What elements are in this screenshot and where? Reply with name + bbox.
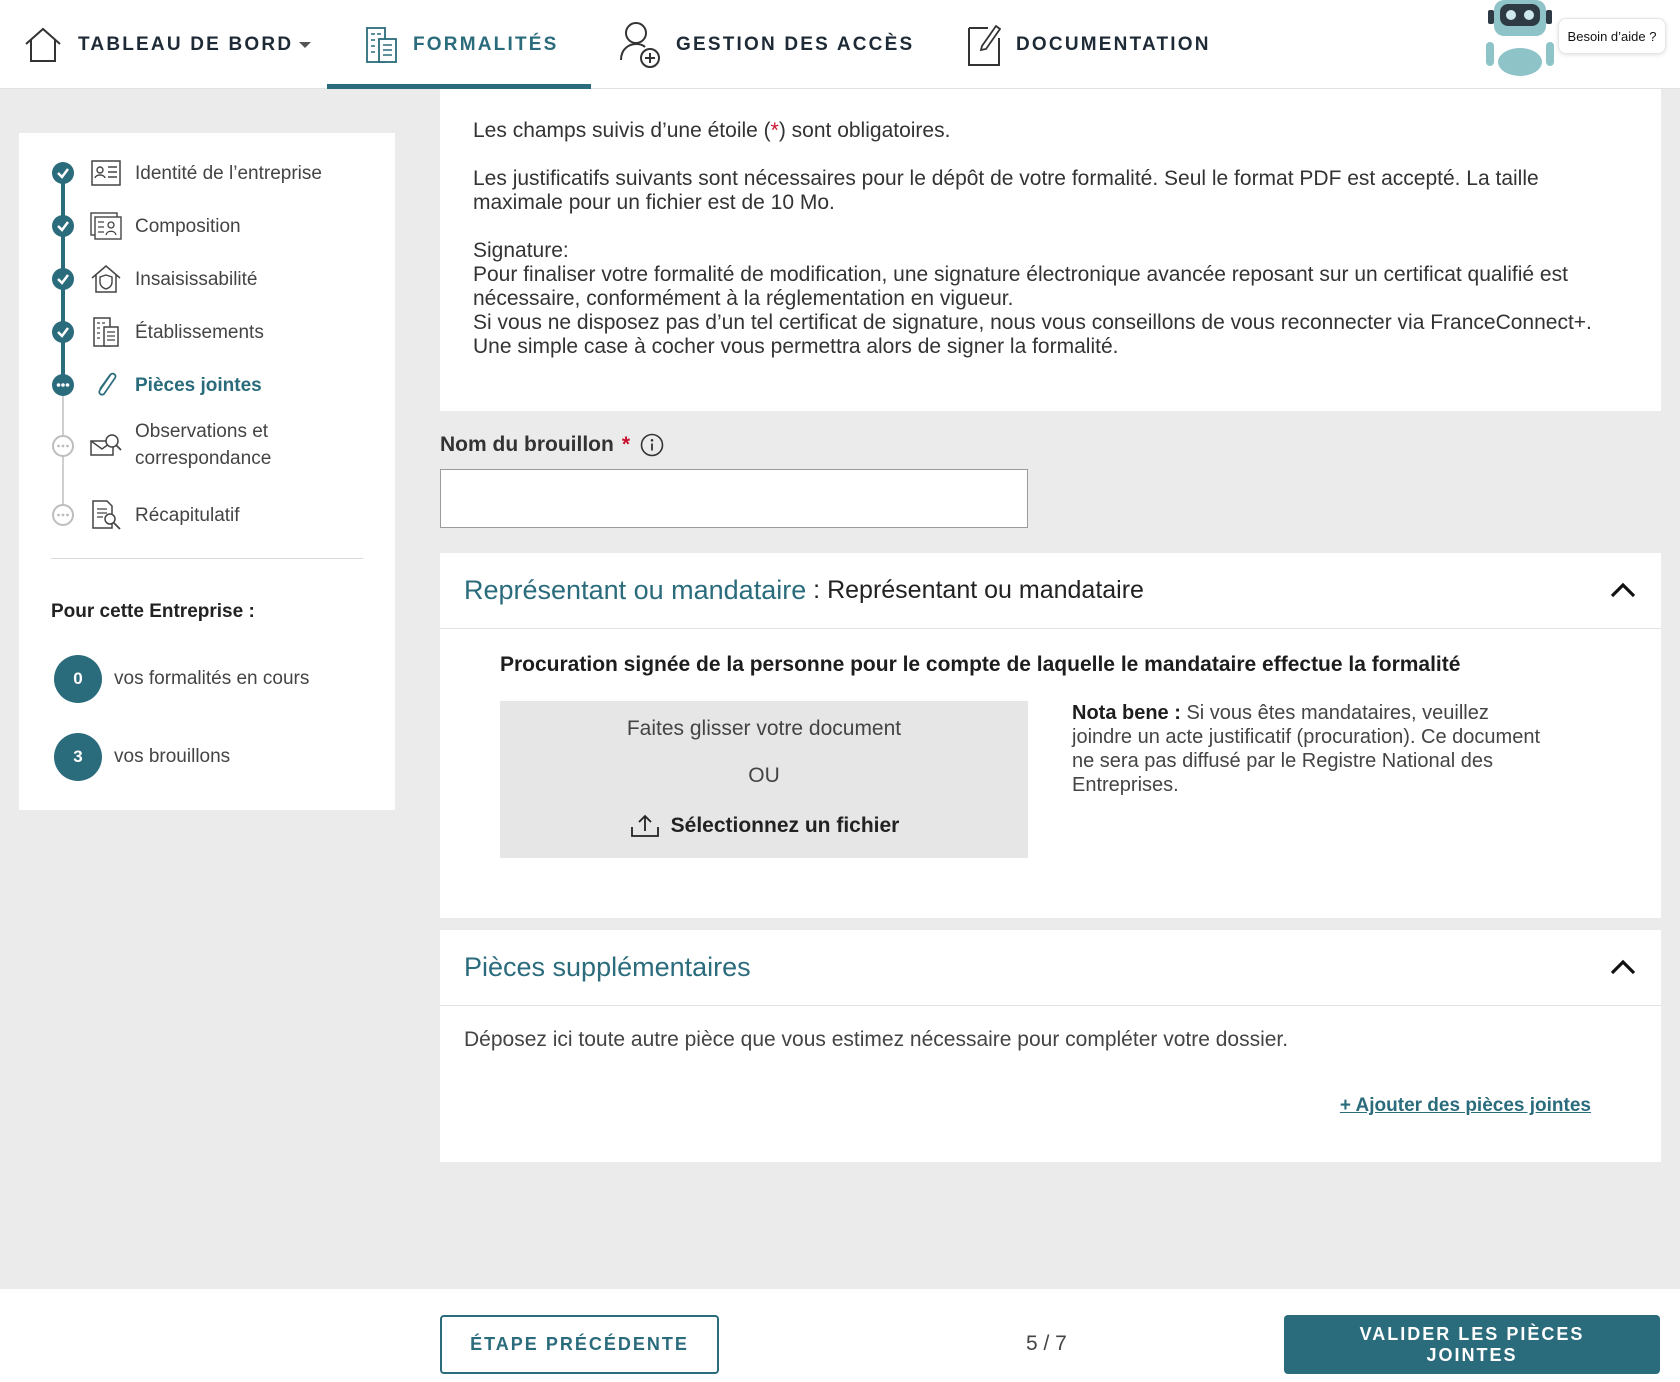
user-add-icon	[620, 21, 660, 68]
nota-label: Nota bene :	[1072, 702, 1181, 724]
nav-label: DOCUMENTATION	[1016, 33, 1211, 55]
nav-label: FORMALITÉS	[413, 33, 559, 55]
section-separator: :	[806, 576, 828, 604]
step-etablissements[interactable]: Établissements	[19, 312, 395, 352]
section-title: Pièces supplémentaires	[464, 952, 751, 982]
chevron-up-icon[interactable]	[1609, 581, 1637, 599]
check-circle-icon	[52, 268, 74, 290]
count-badge: 0	[54, 655, 102, 703]
enterprise-title: Pour cette Entreprise :	[51, 601, 255, 622]
robot-icon	[1486, 0, 1554, 76]
nav-documentation[interactable]: DOCUMENTATION	[966, 0, 1211, 89]
document-search-icon	[92, 500, 121, 530]
signature-text-1: Pour finaliser votre formalité de modifi…	[473, 263, 1568, 310]
select-file-button[interactable]: Sélectionnez un fichier	[500, 813, 1028, 839]
count-badge: 3	[54, 733, 102, 781]
building-document-icon	[366, 26, 397, 63]
nav-tableau-de-bord[interactable]: TABLEAU DE BORD	[22, 0, 312, 89]
section-title: Représentant ou mandataire	[464, 575, 807, 605]
required-note: Les champs suivis d’une étoile (*) sont …	[473, 119, 1628, 143]
step-observations[interactable]: Observations et correspondance	[19, 418, 395, 474]
house-shield-icon	[91, 265, 121, 293]
check-circle-icon	[52, 162, 74, 184]
step-identite[interactable]: Identité de l’entreprise	[19, 153, 395, 193]
step-insaisissabilite[interactable]: Insaisissabilité	[19, 259, 395, 299]
required-star: *	[621, 433, 630, 456]
instructions-panel: Les champs suivis d’une étoile (*) sont …	[440, 89, 1661, 411]
justif-note: Les justificatifs suivants sont nécessai…	[473, 167, 1539, 214]
nav-gestion-des-acces[interactable]: GESTION DES ACCÈS	[618, 0, 914, 89]
step-label: Récapitulatif	[135, 505, 240, 526]
file-dropzone[interactable]: Faites glisser votre document OU Sélecti…	[500, 701, 1028, 858]
step-label: Observations et correspondance	[135, 418, 271, 472]
dropzone-drag-text: Faites glisser votre document	[626, 717, 902, 740]
step-composition[interactable]: Composition	[19, 206, 395, 246]
document-edit-icon	[968, 24, 1002, 66]
mail-search-icon	[90, 434, 122, 456]
document-title: Procuration signée de la personne pour l…	[500, 653, 1461, 676]
representative-section: Représentant ou mandataire : Représentan…	[440, 553, 1661, 918]
extra-documents-header[interactable]: Pièces supplémentaires	[440, 930, 1661, 1006]
check-circle-icon	[52, 321, 74, 343]
id-card-icon	[91, 160, 121, 186]
draft-name-input[interactable]	[440, 469, 1028, 528]
paperclip-icon	[98, 372, 117, 396]
draft-name-label-text: Nom du brouillon	[440, 433, 614, 456]
signature-text-2: Si vous ne disposez pas d’un tel certifi…	[473, 311, 1592, 358]
step-label-line2: correspondance	[135, 448, 272, 469]
step-label: Composition	[135, 216, 241, 237]
draft-name-label: Nom du brouillon *	[440, 433, 664, 457]
nav-label: GESTION DES ACCÈS	[676, 33, 915, 55]
step-label: Pièces jointes	[135, 375, 262, 396]
help-bubble[interactable]: Besoin d’aide ?	[1558, 18, 1666, 54]
info-icon[interactable]	[640, 433, 664, 457]
extra-documents-section: Pièces supplémentaires Déposez ici toute…	[440, 930, 1661, 1162]
required-note-before: Les champs suivis d’une étoile (	[473, 119, 771, 142]
in-progress-icon	[52, 374, 74, 396]
nav-formalites[interactable]: FORMALITÉS	[327, 0, 590, 89]
pending-icon	[52, 504, 74, 526]
people-card-icon	[90, 212, 122, 240]
validate-attachments-button[interactable]: VALIDER LES PIÈCES JOINTES	[1284, 1315, 1660, 1374]
counter-brouillons[interactable]: 3 vos brouillons	[54, 733, 230, 781]
counter-formalites-en-cours[interactable]: 0 vos formalités en cours	[54, 655, 309, 703]
step-label: Identité de l’entreprise	[135, 163, 322, 184]
representative-header[interactable]: Représentant ou mandataire : Représentan…	[440, 553, 1661, 629]
step-label: Insaisissabilité	[135, 269, 258, 290]
step-counter: 5 / 7	[1026, 1332, 1067, 1355]
sidebar-stepper: Identité de l’entreprise Composition Ins…	[19, 133, 395, 810]
home-icon	[25, 27, 61, 62]
chevron-up-icon[interactable]	[1609, 958, 1637, 976]
counter-label: vos formalités en cours	[114, 668, 310, 689]
top-navigation: TABLEAU DE BORD FORMALITÉS GESTION DES A…	[0, 0, 1680, 89]
extra-description: Déposez ici toute autre pièce que vous e…	[464, 1028, 1289, 1051]
select-file-label: Sélectionnez un fichier	[670, 814, 900, 837]
building-icon	[93, 317, 119, 347]
upload-icon	[630, 814, 659, 837]
chevron-down-icon	[299, 41, 312, 48]
pending-icon	[52, 435, 74, 457]
counter-label: vos brouillons	[114, 746, 231, 767]
step-recapitulatif[interactable]: Récapitulatif	[19, 495, 395, 535]
signature-title: Signature:	[473, 239, 569, 262]
help-widget[interactable]: Besoin d’aide ?	[1480, 0, 1670, 84]
nav-label: TABLEAU DE BORD	[78, 33, 294, 55]
check-circle-icon	[52, 215, 74, 237]
dropzone-or-text: OU	[748, 764, 780, 787]
step-label-line1: Observations et	[135, 421, 269, 442]
nota-bene: Nota bene : Si vous êtes mandataires, ve…	[1072, 701, 1542, 797]
step-label: Établissements	[135, 322, 264, 343]
previous-step-button[interactable]: ÉTAPE PRÉCÉDENTE	[440, 1315, 719, 1374]
section-subtitle: Représentant ou mandataire	[827, 576, 1144, 604]
sidebar-divider	[51, 558, 363, 559]
required-star: *	[770, 119, 779, 142]
add-attachments-link[interactable]: + Ajouter des pièces jointes	[1340, 1095, 1591, 1117]
required-note-after: ) sont obligatoires.	[778, 119, 951, 142]
footer-bar: ÉTAPE PRÉCÉDENTE 5 / 7 VALIDER LES PIÈCE…	[0, 1289, 1680, 1382]
step-pieces-jointes[interactable]: Pièces jointes	[19, 365, 395, 405]
